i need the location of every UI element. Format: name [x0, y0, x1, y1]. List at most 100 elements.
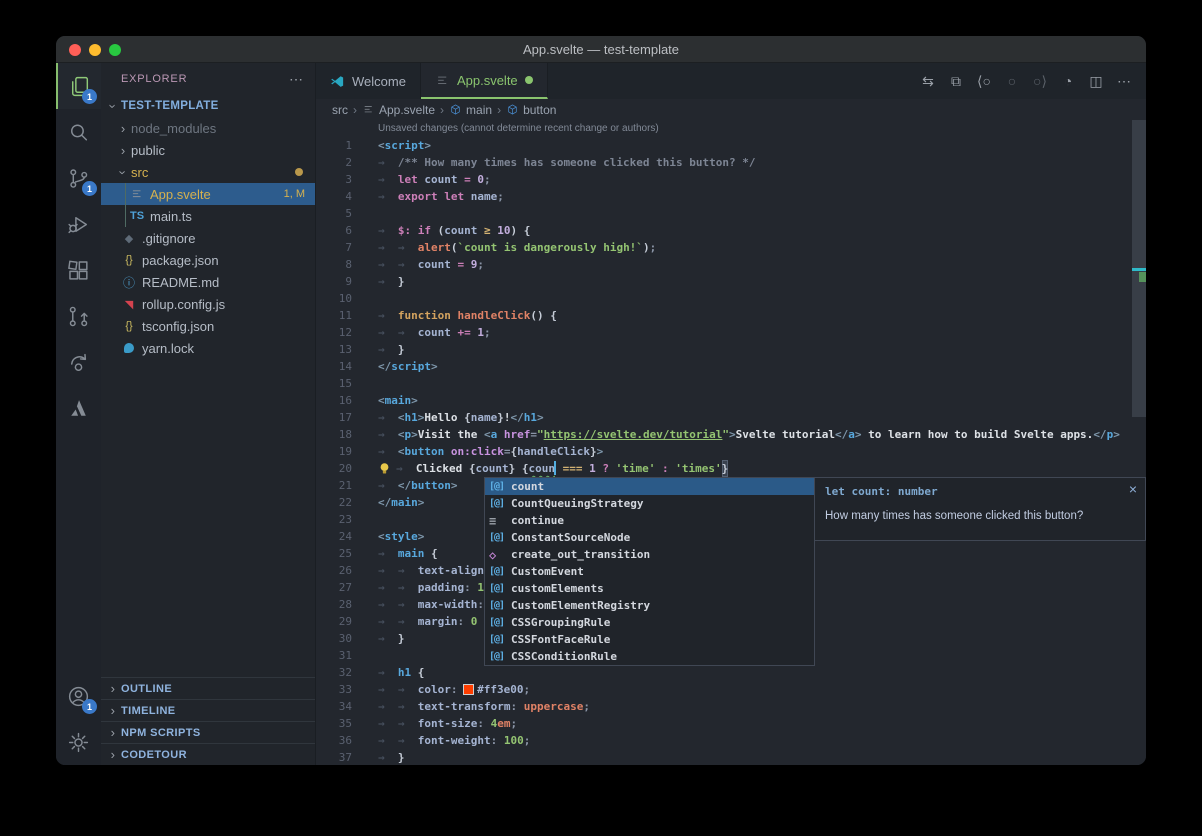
- tree-item-main-ts[interactable]: TSmain.ts: [101, 205, 315, 227]
- code-line-12[interactable]: 12→ → count += 1;: [316, 324, 1146, 341]
- suggest-item-count[interactable]: [@]count: [485, 478, 814, 495]
- code-line-36[interactable]: 36→ → font-weight: 100;: [316, 732, 1146, 749]
- tree-item-rollup-config-js[interactable]: ◥rollup.config.js: [101, 293, 315, 315]
- tab-app-svelte[interactable]: App.svelte: [421, 63, 548, 99]
- suggest-item-customelementregistry[interactable]: [@]CustomElementRegistry: [485, 597, 814, 614]
- title-bar[interactable]: App.svelte — test-template: [56, 36, 1146, 63]
- close-window-button[interactable]: [69, 44, 81, 56]
- code-token: ;: [524, 732, 531, 749]
- tree-item-readme-md[interactable]: ⓘREADME.md: [101, 271, 315, 293]
- live-share-icon[interactable]: [56, 339, 101, 385]
- code-line-15[interactable]: 15: [316, 375, 1146, 392]
- code-line-2[interactable]: 2→ /** How many times has someone clicke…: [316, 154, 1146, 171]
- sidebar-section-outline[interactable]: ›OUTLINE: [101, 677, 315, 699]
- run-debug-icon[interactable]: [56, 201, 101, 247]
- more-actions-icon[interactable]: ⋯: [1112, 73, 1136, 90]
- tree-item-src[interactable]: ›src: [101, 161, 315, 183]
- search-icon[interactable]: [56, 109, 101, 155]
- tree-item--gitignore[interactable]: ◆.gitignore: [101, 227, 315, 249]
- code-line-32[interactable]: 32→ h1 {: [316, 664, 1146, 681]
- code-token: </: [1093, 426, 1106, 443]
- code-line-33[interactable]: 33→ → color: #ff3e00;: [316, 681, 1146, 698]
- suggest-item-cssgroupingrule[interactable]: [@]CSSGroupingRule: [485, 614, 814, 631]
- suggest-docs-signature: let count: number: [825, 485, 1135, 498]
- sidebar-section-npm-scripts[interactable]: ›NPM SCRIPTS: [101, 721, 315, 743]
- code-line-5[interactable]: 5: [316, 205, 1146, 222]
- editor-scrollbar[interactable]: [1132, 120, 1146, 765]
- code-token: →: [378, 426, 398, 443]
- explorer-more-icon[interactable]: ⋯: [289, 71, 303, 88]
- split-editor-icon[interactable]: ◫: [1084, 73, 1108, 90]
- suggest-item-customelements[interactable]: [@]customElements: [485, 580, 814, 597]
- github-pr-icon[interactable]: [56, 293, 101, 339]
- nav-middle-icon[interactable]: ○: [1000, 73, 1024, 89]
- code-token: ;: [477, 256, 484, 273]
- code-line-34[interactable]: 34→ → text-transform: uppercase;: [316, 698, 1146, 715]
- accounts-icon[interactable]: 1: [56, 673, 101, 719]
- code-line-14[interactable]: 14</script>: [316, 358, 1146, 375]
- code-token: coun: [528, 460, 555, 477]
- code-line-17[interactable]: 17→ <h1>Hello {name}!</h1>: [316, 409, 1146, 426]
- code-line-4[interactable]: 4→ export let name;: [316, 188, 1146, 205]
- nav-forward-icon[interactable]: ○⟩: [1028, 73, 1052, 90]
- code-line-19[interactable]: 19→ <button on:click={handleClick}>: [316, 443, 1146, 460]
- suggest-item-countqueuingstrategy[interactable]: [@]CountQueuingStrategy: [485, 495, 814, 512]
- extensions-icon[interactable]: [56, 247, 101, 293]
- tree-item-app-svelte[interactable]: App.svelte1, M: [101, 183, 315, 205]
- source-control-icon[interactable]: 1: [56, 155, 101, 201]
- suggest-item-create_out_transition[interactable]: ◇create_out_transition: [485, 546, 814, 563]
- open-preview-icon[interactable]: ⧉: [944, 73, 968, 90]
- suggest-item-cssfontfacerule[interactable]: [@]CSSFontFaceRule: [485, 631, 814, 648]
- breadcrumb-item-main[interactable]: main: [449, 103, 492, 117]
- run-timer-icon[interactable]: ◔: [1056, 73, 1080, 89]
- code-token: a: [491, 426, 498, 443]
- code-line-9[interactable]: 9→ }: [316, 273, 1146, 290]
- project-root-row[interactable]: › TEST-TEMPLATE: [101, 95, 315, 117]
- close-icon[interactable]: ×: [1129, 481, 1137, 497]
- sidebar-section-codetour[interactable]: ›CODETOUR: [101, 743, 315, 765]
- code-token: >: [855, 426, 862, 443]
- code-editor[interactable]: Unsaved changes (cannot determine recent…: [316, 120, 1146, 765]
- code-line-16[interactable]: 16<main>: [316, 392, 1146, 409]
- code-line-6[interactable]: 6→ $: if (count ≥ 10) {: [316, 222, 1146, 239]
- tree-item-yarn-lock[interactable]: yarn.lock: [101, 337, 315, 359]
- suggest-item-constantsourcenode[interactable]: [@]ConstantSourceNode: [485, 529, 814, 546]
- code-line-13[interactable]: 13→ }: [316, 341, 1146, 358]
- code-token: }: [509, 460, 522, 477]
- code-line-7[interactable]: 7→ → alert(`count is dangerously high!`)…: [316, 239, 1146, 256]
- code-line-37[interactable]: 37→ }: [316, 749, 1146, 765]
- code-line-11[interactable]: 11→ function handleClick() {: [316, 307, 1146, 324]
- nav-back-icon[interactable]: ⟨○: [972, 73, 996, 90]
- codelens-text[interactable]: Unsaved changes (cannot determine recent…: [378, 123, 659, 134]
- tab-welcome[interactable]: Welcome: [316, 63, 421, 99]
- code-line-20[interactable]: 20→ Clicked {count} {coun === 1 ? 'time'…: [316, 460, 1146, 477]
- breadcrumb-item-app-svelte[interactable]: App.svelte: [362, 103, 435, 117]
- code-line-3[interactable]: 3→ let count = 0;: [316, 171, 1146, 188]
- tree-item-public[interactable]: ›public: [101, 139, 315, 161]
- open-changes-icon[interactable]: ⇆: [916, 73, 940, 90]
- lightbulb-icon[interactable]: [378, 462, 393, 475]
- code-line-18[interactable]: 18→ <p>Visit the <a href="https://svelte…: [316, 426, 1146, 443]
- tree-item-node-modules[interactable]: ›node_modules: [101, 117, 315, 139]
- settings-icon[interactable]: [56, 719, 101, 765]
- breadcrumb-item-src[interactable]: src: [332, 103, 348, 117]
- code-line-8[interactable]: 8→ → count = 9;: [316, 256, 1146, 273]
- azure-icon[interactable]: [56, 385, 101, 431]
- explorer-icon[interactable]: 1: [56, 63, 101, 109]
- tree-item-package-json[interactable]: {}package.json: [101, 249, 315, 271]
- unsaved-dot-icon[interactable]: [525, 76, 533, 84]
- code-line-35[interactable]: 35→ → font-size: 4em;: [316, 715, 1146, 732]
- code-line-10[interactable]: 10: [316, 290, 1146, 307]
- tree-item-tsconfig-json[interactable]: {}tsconfig.json: [101, 315, 315, 337]
- suggest-item-customevent[interactable]: [@]CustomEvent: [485, 563, 814, 580]
- code-token: 'time': [616, 460, 662, 477]
- vscode-icon: [330, 74, 345, 89]
- sidebar-section-timeline[interactable]: ›TIMELINE: [101, 699, 315, 721]
- suggest-item-continue[interactable]: ≡continue: [485, 512, 814, 529]
- minimize-window-button[interactable]: [89, 44, 101, 56]
- code-token: </: [378, 358, 391, 375]
- code-line-1[interactable]: 1<script>: [316, 137, 1146, 154]
- suggest-item-cssconditionrule[interactable]: [@]CSSConditionRule: [485, 648, 814, 665]
- breadcrumb-item-button[interactable]: button: [506, 103, 556, 117]
- zoom-window-button[interactable]: [109, 44, 121, 56]
